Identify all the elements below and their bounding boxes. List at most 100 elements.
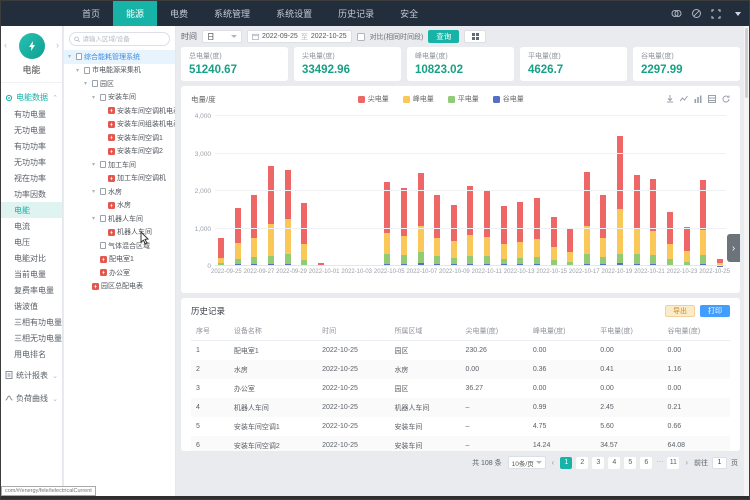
data-view-icon[interactable]	[708, 90, 716, 108]
legend-item[interactable]: 尖电量	[358, 94, 389, 104]
tree-node[interactable]: ▾综合能耗管理系统	[64, 50, 175, 64]
bar-2022-10-14[interactable]	[534, 116, 540, 266]
page-number[interactable]: 6	[640, 457, 652, 469]
period-select[interactable]: 日	[202, 30, 242, 43]
line-chart-icon[interactable]	[680, 90, 688, 108]
nav-tab[interactable]: 历史记录	[325, 1, 387, 26]
bar-2022-10-05[interactable]	[384, 116, 390, 266]
theme-icon[interactable]	[671, 8, 682, 19]
table-row[interactable]: 4机器人车间2022-10-25机器人车间–0.992.450.21	[191, 398, 730, 417]
bar-2022-10-19[interactable]	[617, 116, 623, 266]
tree-node[interactable]: 气体混合区域	[64, 239, 175, 253]
sidebar-item[interactable]: 视在功率	[1, 170, 62, 186]
nav-tab[interactable]: 能源	[113, 1, 157, 26]
module-next-icon[interactable]: ›	[56, 40, 59, 50]
user-menu-caret[interactable]	[735, 12, 741, 16]
nav-tab[interactable]: 电费	[157, 1, 201, 26]
layout-toggle-button[interactable]	[464, 30, 486, 43]
tree-node[interactable]: ▾园区	[64, 77, 175, 91]
tree-node[interactable]: 加工车间空调机	[64, 172, 175, 186]
module-prev-icon[interactable]: ‹	[4, 40, 7, 50]
refresh-icon[interactable]	[722, 90, 730, 108]
bar-2022-10-24[interactable]	[700, 116, 706, 266]
table-row[interactable]: 5安装车间空调12022-10-25安装车间–4.755.600.66	[191, 417, 730, 436]
sidebar-section-energy-data[interactable]: 电能数据 ⌃	[1, 89, 62, 106]
download-icon[interactable]	[666, 90, 674, 108]
tree-node[interactable]: ▾机器人车间	[64, 212, 175, 226]
tree-node[interactable]: ▾市电能源采集机	[64, 64, 175, 78]
sidebar-item[interactable]: 无功功率	[1, 154, 62, 170]
tree-node[interactable]: 园区总配电表	[64, 280, 175, 294]
table-row[interactable]: 3办公室2022-10-25园区36.270.000.000.00	[191, 379, 730, 398]
page-number[interactable]: 11	[667, 457, 679, 469]
goto-page-input[interactable]	[712, 457, 727, 469]
sidebar-item[interactable]: 当前电量	[1, 266, 62, 282]
sidebar-item[interactable]: 复费率电量	[1, 282, 62, 298]
bar-2022-10-04[interactable]	[368, 116, 374, 266]
table-row[interactable]: 2水房2022-10-25水房0.000.360.411.16	[191, 360, 730, 379]
bar-chart-icon[interactable]	[694, 90, 702, 108]
legend-item[interactable]: 平电量	[448, 94, 479, 104]
tree-node[interactable]: 安装车间空调2	[64, 145, 175, 159]
table-row[interactable]: 1配电室12022-10-25园区230.260.000.000.00	[191, 341, 730, 361]
bar-2022-10-15[interactable]	[551, 116, 557, 266]
bar-2022-09-27[interactable]	[251, 116, 257, 266]
bar-2022-09-26[interactable]	[235, 116, 241, 266]
chart-next-button[interactable]: ›	[727, 234, 740, 262]
tree-node[interactable]: ▾安装车间	[64, 91, 175, 105]
tree-node[interactable]: ▾水房	[64, 185, 175, 199]
bar-2022-10-20[interactable]	[634, 116, 640, 266]
bar-2022-09-29[interactable]	[285, 116, 291, 266]
sidebar-item[interactable]: 电压	[1, 234, 62, 250]
tree-node[interactable]: 水房	[64, 199, 175, 213]
tree-node[interactable]: 配电室1	[64, 253, 175, 267]
bar-2022-09-25[interactable]	[218, 116, 224, 266]
sidebar-item[interactable]: 用电排名	[1, 346, 62, 362]
tree-node[interactable]: 安装车间组装机电表	[64, 118, 175, 132]
page-number[interactable]: 3	[592, 457, 604, 469]
page-number[interactable]: 4	[608, 457, 620, 469]
sidebar-item[interactable]: 无功电量	[1, 122, 62, 138]
page-number[interactable]: 1	[560, 457, 572, 469]
page-scrollbar[interactable]	[744, 26, 749, 496]
bar-2022-10-22[interactable]	[667, 116, 673, 266]
nav-tab[interactable]: 系统管理	[201, 1, 263, 26]
bar-2022-10-23[interactable]	[684, 116, 690, 266]
sidebar-item[interactable]: 谐波值	[1, 298, 62, 314]
tree-node[interactable]: 安装车间空调机电表	[64, 104, 175, 118]
bar-2022-10-08[interactable]	[434, 116, 440, 266]
table-row[interactable]: 6安装车间空调22022-10-25安装车间–14.2434.5764.08	[191, 436, 730, 451]
page-number[interactable]: 5	[624, 457, 636, 469]
compare-checkbox[interactable]	[357, 33, 365, 41]
bar-2022-09-30[interactable]	[301, 116, 307, 266]
bolt-icon[interactable]	[19, 33, 45, 59]
sidebar-item[interactable]: 有功功率	[1, 138, 62, 154]
nav-tab[interactable]: 系统设置	[263, 1, 325, 26]
export-button[interactable]: 导出	[665, 305, 695, 317]
bar-2022-10-03[interactable]	[351, 116, 357, 266]
bar-2022-10-17[interactable]	[584, 116, 590, 266]
bar-2022-10-13[interactable]	[517, 116, 523, 266]
page-size-select[interactable]: 10条/页	[508, 456, 546, 469]
sidebar-item[interactable]: 三相有功电量	[1, 314, 62, 330]
sidebar-item[interactable]: 电流	[1, 218, 62, 234]
bar-2022-09-28[interactable]	[268, 116, 274, 266]
tree-node[interactable]: 机器人车间	[64, 226, 175, 240]
block-icon[interactable]	[691, 8, 702, 19]
bar-2022-10-10[interactable]	[467, 116, 473, 266]
query-button[interactable]: 查询	[428, 30, 459, 43]
legend-item[interactable]: 峰电量	[403, 94, 434, 104]
tree-search-input[interactable]	[80, 35, 165, 44]
sidebar-item[interactable]: 三相无功电量	[1, 330, 62, 346]
bar-2022-10-11[interactable]	[484, 116, 490, 266]
sidebar-item[interactable]: 电能	[1, 202, 62, 218]
nav-tab[interactable]: 首页	[69, 1, 113, 26]
tree-node[interactable]: 办公室	[64, 266, 175, 280]
bar-2022-10-02[interactable]	[334, 116, 340, 266]
bar-2022-10-18[interactable]	[600, 116, 606, 266]
sidebar-item[interactable]: 有功电量	[1, 106, 62, 122]
next-page-icon[interactable]: ›	[683, 458, 690, 467]
page-number[interactable]: 2	[576, 457, 588, 469]
bar-2022-10-25[interactable]	[717, 116, 723, 266]
tree-node[interactable]: ▾加工车间	[64, 158, 175, 172]
